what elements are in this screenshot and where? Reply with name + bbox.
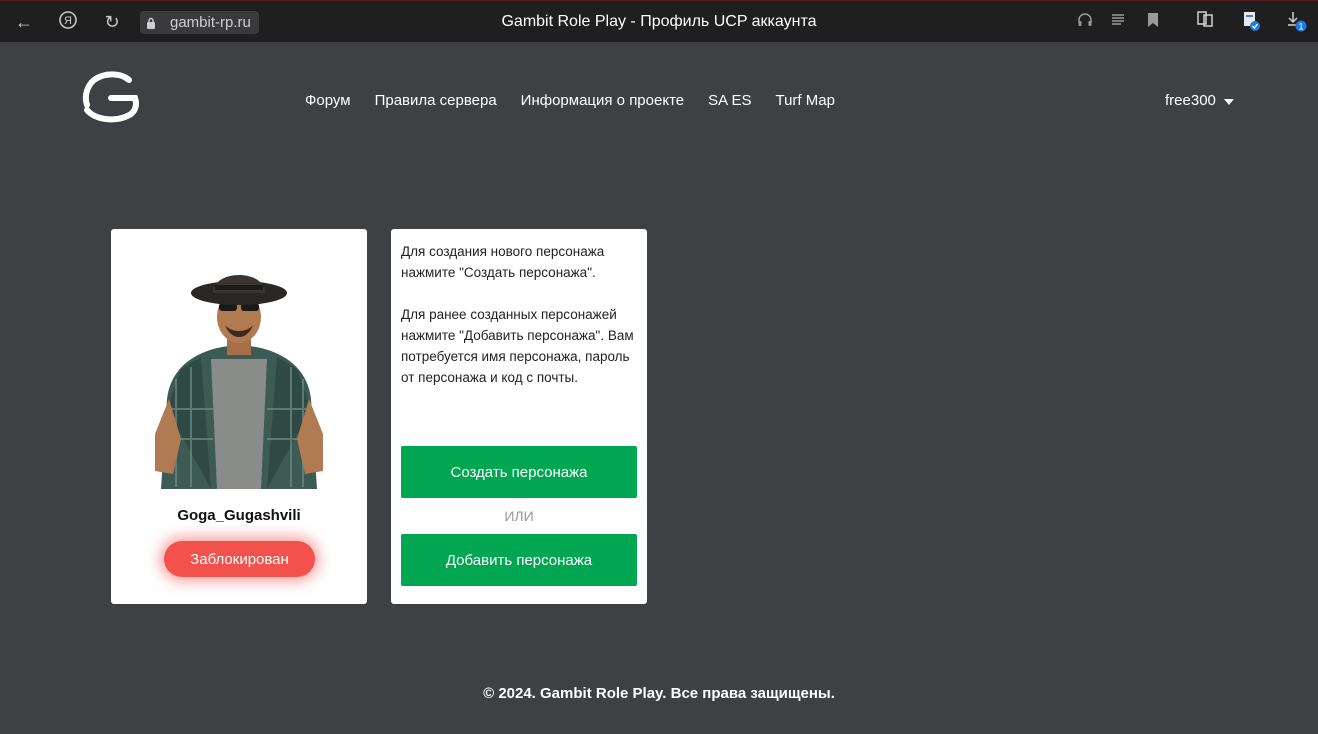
page: Форум Правила сервера Информация о проек… bbox=[1, 42, 1317, 734]
browser-toolbar: ← Я ↻ gambit-rp.ru Gambit Role Play - Пр… bbox=[0, 0, 1318, 42]
collections-icon[interactable] bbox=[1193, 10, 1217, 34]
downloads-icon[interactable]: 1 bbox=[1284, 10, 1308, 34]
create-character-button[interactable]: Создать персонажа bbox=[401, 446, 637, 498]
reader-mode-icon[interactable] bbox=[1106, 10, 1130, 34]
downloads-badge: 1 bbox=[1298, 22, 1303, 32]
main-nav: Форум Правила сервера Информация о проек… bbox=[305, 92, 835, 109]
nav-turf-map[interactable]: Turf Map bbox=[775, 92, 834, 109]
username: free300 bbox=[1165, 92, 1216, 109]
extension-icon[interactable] bbox=[1239, 10, 1263, 34]
bookmark-icon[interactable] bbox=[1141, 10, 1165, 34]
status-badge[interactable]: Заблокирован bbox=[164, 541, 315, 577]
info-text: Для создания нового персонажа нажмите "С… bbox=[401, 241, 641, 409]
character-avatar[interactable] bbox=[141, 259, 337, 489]
caret-down-icon bbox=[1223, 99, 1234, 105]
info-paragraph-add: Для ранее созданных персонажей нажмите "… bbox=[401, 307, 634, 385]
nav-project-info[interactable]: Информация о проекте bbox=[521, 92, 684, 109]
gambit-logo-icon[interactable] bbox=[81, 70, 139, 124]
nav-sa-es[interactable]: SA ES bbox=[708, 92, 751, 109]
nav-server-rules[interactable]: Правила сервера bbox=[375, 92, 497, 109]
info-paragraph-create: Для создания нового персонажа нажмите "С… bbox=[401, 244, 605, 280]
footer-copyright: © 2024. Gambit Role Play. Все права защи… bbox=[483, 685, 835, 702]
character-card: Goga_Gugashvili Заблокирован bbox=[111, 229, 367, 604]
headphones-icon[interactable] bbox=[1073, 10, 1097, 34]
nav-forum[interactable]: Форум bbox=[305, 92, 351, 109]
add-character-button[interactable]: Добавить персонажа bbox=[401, 534, 637, 586]
or-divider: ИЛИ bbox=[504, 508, 534, 524]
info-card: Для создания нового персонажа нажмите "С… bbox=[391, 229, 647, 604]
user-menu[interactable]: free300 bbox=[1165, 92, 1234, 109]
character-name: Goga_Gugashvili bbox=[177, 507, 301, 524]
